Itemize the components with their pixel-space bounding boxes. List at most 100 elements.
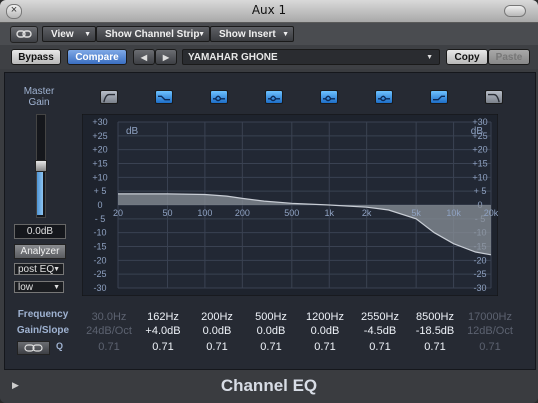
band-type-button-4[interactable] — [265, 90, 283, 104]
analyzer-resolution-select[interactable]: low ▼ — [14, 281, 64, 293]
eq-graph-svg: +30+30+25+25+20+20+15+15+10+10+ 5+ 500- … — [82, 114, 498, 296]
window-title: Aux 1 — [251, 3, 287, 17]
master-gain-label-line1: Master — [23, 86, 55, 97]
next-preset-button[interactable]: ▶ — [155, 49, 177, 65]
band-type-button-6[interactable] — [375, 90, 393, 104]
y-tick-label-left: +30 — [92, 117, 107, 127]
toolbar-toggle-button[interactable] — [504, 5, 526, 17]
view-menu[interactable]: View ▼ — [42, 26, 96, 42]
y-tick-label-right: + 5 — [474, 186, 487, 196]
band-6-gain[interactable]: -4.5dB — [353, 323, 407, 339]
band-4-q[interactable]: 0.71 — [244, 339, 298, 355]
master-gain-value-field[interactable]: 0.0dB — [14, 224, 66, 239]
band-type-button-7[interactable] — [430, 90, 448, 104]
y-tick-label-right: +10 — [472, 172, 487, 182]
link-button[interactable] — [10, 26, 38, 43]
x-tick-label: 5k — [411, 208, 421, 218]
x-tick-label: 1k — [324, 208, 334, 218]
band-5-gain[interactable]: 0.0dB — [298, 323, 352, 339]
band-type-button-8[interactable] — [485, 90, 503, 104]
frequency-row-label: Frequency — [17, 309, 69, 320]
lowshelf-icon — [158, 95, 170, 101]
link-icon — [23, 344, 43, 352]
previous-preset-button[interactable]: ◀ — [133, 49, 155, 65]
x-tick-label: 200 — [235, 208, 250, 218]
gain-slope-row-label: Gain/Slope — [16, 325, 70, 336]
y-tick-label-left: -20 — [93, 255, 106, 265]
master-gain-label: Master Gain — [11, 86, 67, 108]
band-4-gain[interactable]: 0.0dB — [244, 323, 298, 339]
show-channel-strip-menu[interactable]: Show Channel Strip ▼ — [96, 26, 210, 42]
analyzer-mode-value: post EQ — [18, 264, 55, 275]
x-tick-label: 20 — [113, 208, 123, 218]
y-tick-label-right: +20 — [472, 145, 487, 155]
band-2-q[interactable]: 0.71 — [136, 339, 190, 355]
eq-graph[interactable]: +30+30+25+25+20+20+15+15+10+10+ 5+ 500- … — [82, 114, 498, 296]
analyzer-button[interactable]: Analyzer — [14, 244, 66, 259]
x-tick-label: 100 — [197, 208, 212, 218]
y-tick-label-left: -25 — [93, 269, 106, 279]
view-menu-label: View — [51, 29, 74, 40]
band-type-button-2[interactable] — [155, 90, 173, 104]
analyzer-mode-select[interactable]: post EQ ▼ — [14, 263, 64, 275]
link-icon — [16, 30, 32, 38]
highshelf-icon — [433, 95, 445, 101]
y-tick-label-left: -30 — [93, 283, 106, 293]
band-link-button[interactable] — [17, 341, 50, 355]
y-tick-label-right: +15 — [472, 159, 487, 169]
bell-icon — [268, 95, 280, 102]
band-8-q[interactable]: 0.71 — [463, 339, 517, 355]
bell-icon — [213, 95, 225, 102]
band-7-gain[interactable]: -18.5dB — [408, 323, 462, 339]
show-channel-strip-label: Show Channel Strip — [105, 29, 200, 40]
band-6-q[interactable]: 0.71 — [353, 339, 407, 355]
q-row-label: Q — [56, 341, 64, 351]
master-gain-fader-handle[interactable] — [35, 160, 47, 172]
band-1-gain[interactable]: 24dB/Oct — [82, 323, 136, 339]
chevron-down-icon: ▼ — [426, 54, 433, 61]
x-tick-label: 20k — [484, 208, 498, 218]
show-insert-menu[interactable]: Show Insert ▼ — [210, 26, 294, 42]
bell-icon — [323, 95, 335, 102]
band-8-gain[interactable]: 12dB/Oct — [463, 323, 517, 339]
band-7-q[interactable]: 0.71 — [408, 339, 462, 355]
band-type-button-5[interactable] — [320, 90, 338, 104]
bypass-button[interactable]: Bypass — [11, 49, 61, 65]
y-tick-label-left: +25 — [92, 131, 107, 141]
y-tick-label-left: - 5 — [95, 214, 106, 224]
y-tick-label-right: -30 — [473, 283, 486, 293]
y-tick-label-left: -15 — [93, 242, 106, 252]
x-tick-label: 50 — [162, 208, 172, 218]
master-gain-label-line2: Gain — [28, 97, 50, 108]
lowcut-icon — [103, 93, 115, 103]
band-2-gain[interactable]: +4.0dB — [136, 323, 190, 339]
band-1-q[interactable]: 0.71 — [82, 339, 136, 355]
show-insert-label: Show Insert — [219, 29, 276, 40]
band-type-button-1[interactable] — [100, 90, 118, 104]
db-axis-label-left: dB — [126, 126, 139, 137]
db-axis-label-right: dB — [471, 126, 484, 137]
chevron-down-icon: ▼ — [84, 31, 91, 38]
highcut-icon — [488, 93, 500, 103]
paste-button[interactable]: Paste — [488, 49, 530, 65]
title-bar[interactable]: × Aux 1 — [0, 0, 538, 23]
bell-icon — [378, 95, 390, 102]
plugin-window: × Aux 1 View ▼ Show Channel Strip ▼ Show I… — [0, 0, 538, 403]
master-gain-fader-fill — [37, 170, 43, 215]
y-tick-label-left: + 5 — [94, 186, 107, 196]
preset-selector[interactable]: YAMAHAR GHONE ▼ — [182, 49, 440, 65]
compare-button[interactable]: Compare — [67, 49, 127, 65]
preset-name: YAMAHAR GHONE — [188, 52, 278, 63]
band-5-q[interactable]: 0.71 — [298, 339, 352, 355]
chevron-down-icon: ▼ — [198, 31, 205, 38]
y-tick-label-right: -20 — [473, 255, 486, 265]
band-type-button-3[interactable] — [210, 90, 228, 104]
analyzer-resolution-value: low — [18, 282, 34, 293]
band-3-gain[interactable]: 0.0dB — [190, 323, 244, 339]
y-tick-label-right: -25 — [473, 269, 486, 279]
band-3-q[interactable]: 0.71 — [190, 339, 244, 355]
y-tick-label-left: 0 — [97, 200, 102, 210]
copy-button[interactable]: Copy — [446, 49, 488, 65]
x-tick-label: 2k — [362, 208, 372, 218]
x-tick-label: 10k — [446, 208, 461, 218]
